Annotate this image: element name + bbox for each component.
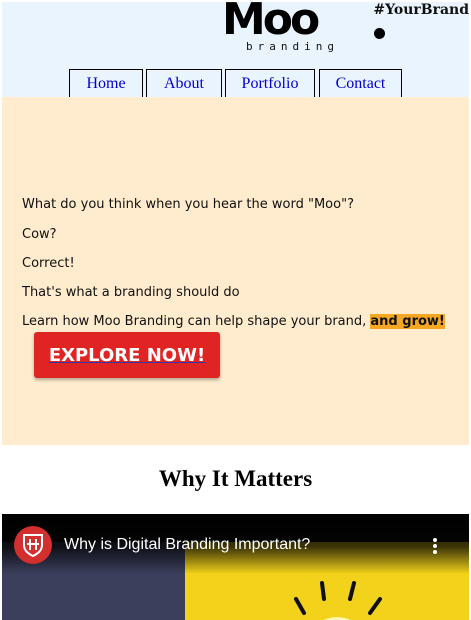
hero-section: What do you think when you hear the word… xyxy=(2,97,469,445)
hero-learn-line: Learn how Moo Branding can help shape yo… xyxy=(22,314,445,329)
hero-answer: Cow? xyxy=(22,227,57,242)
shield-logo-icon[interactable] xyxy=(14,526,52,564)
nav-home-link[interactable]: Home xyxy=(69,69,143,99)
video-title[interactable]: Why is Digital Branding Important? xyxy=(64,536,310,554)
hero-question: What do you think when you hear the word… xyxy=(22,197,354,212)
logo-subtitle: branding xyxy=(246,40,339,53)
more-vert-icon[interactable] xyxy=(433,538,437,554)
hero-statement: That's what a branding should do xyxy=(22,285,240,300)
learn-text: Learn how Moo Branding can help shape yo… xyxy=(22,314,371,329)
logo-word: Moo xyxy=(222,0,320,45)
grow-highlight: and grow! xyxy=(370,314,445,329)
nav-portfolio-link[interactable]: Portfolio xyxy=(225,69,315,99)
lightbulb-icon xyxy=(294,581,382,620)
brand-logo[interactable]: Moo branding xyxy=(222,0,392,56)
nav-about-link[interactable]: About xyxy=(146,69,222,99)
nav-contact-link[interactable]: Contact xyxy=(319,69,402,99)
explore-now-button[interactable]: EXPLORE NOW! xyxy=(34,332,220,378)
logo-dot xyxy=(374,28,385,39)
section-title: Why It Matters xyxy=(158,466,313,491)
hero-confirm: Correct! xyxy=(22,256,75,271)
explore-now-label: EXPLORE NOW! xyxy=(48,344,206,366)
video-embed[interactable]: Why is Digital Branding Important? xyxy=(2,514,469,620)
site-header: #YourBrand Moo branding Home About Portf… xyxy=(2,0,469,99)
